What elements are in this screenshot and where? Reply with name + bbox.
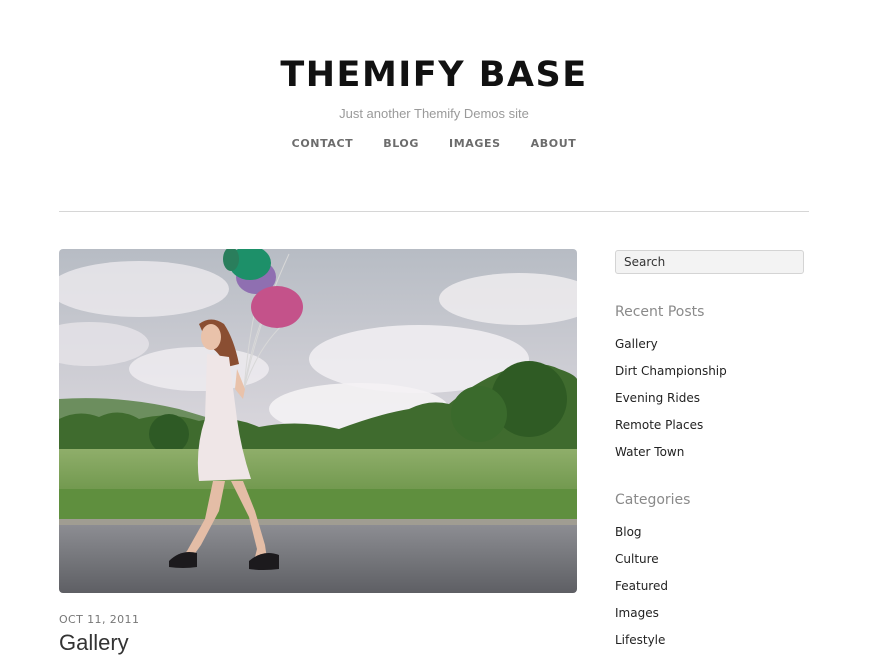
post-title[interactable]: Gallery: [59, 628, 129, 658]
site-description: Just another Themify Demos site: [339, 106, 529, 121]
site-title[interactable]: THEMIFY BASE: [0, 52, 868, 98]
recent-post-link[interactable]: Dirt Championship: [615, 364, 727, 378]
recent-post-link[interactable]: Gallery: [615, 337, 658, 351]
main-navigation: CONTACT BLOG IMAGES ABOUT: [0, 137, 868, 151]
list-item: Water Town: [615, 444, 727, 471]
post-featured-image[interactable]: [59, 249, 577, 593]
list-item: Remote Places: [615, 417, 727, 444]
balloon-girl-photo: [59, 249, 577, 593]
category-link[interactable]: Lifestyle: [615, 633, 665, 647]
list-item: Blog: [615, 524, 668, 551]
list-item: Evening Rides: [615, 390, 727, 417]
list-item: Lifestyle: [615, 632, 668, 659]
nav-item-about[interactable]: ABOUT: [531, 137, 577, 151]
nav-item-blog[interactable]: BLOG: [383, 137, 419, 151]
nav-item-contact[interactable]: CONTACT: [292, 137, 354, 151]
recent-post-link[interactable]: Remote Places: [615, 418, 703, 432]
list-item: Culture: [615, 551, 668, 578]
recent-posts-list: Gallery Dirt Championship Evening Rides …: [615, 336, 727, 471]
post-date: OCT 11, 2011: [59, 613, 140, 626]
recent-posts-title: Recent Posts: [615, 304, 705, 320]
categories-list: Blog Culture Featured Images Lifestyle: [615, 524, 668, 659]
recent-post-link[interactable]: Evening Rides: [615, 391, 700, 405]
recent-post-link[interactable]: Water Town: [615, 445, 684, 459]
category-link[interactable]: Featured: [615, 579, 668, 593]
list-item: Gallery: [615, 336, 727, 363]
categories-title: Categories: [615, 492, 691, 508]
nav-item-images[interactable]: IMAGES: [449, 137, 501, 151]
category-link[interactable]: Culture: [615, 552, 659, 566]
header-divider: [59, 211, 809, 212]
list-item: Images: [615, 605, 668, 632]
list-item: Dirt Championship: [615, 363, 727, 390]
list-item: Featured: [615, 578, 668, 605]
category-link[interactable]: Images: [615, 606, 659, 620]
search-input[interactable]: [615, 250, 804, 274]
category-link[interactable]: Blog: [615, 525, 642, 539]
